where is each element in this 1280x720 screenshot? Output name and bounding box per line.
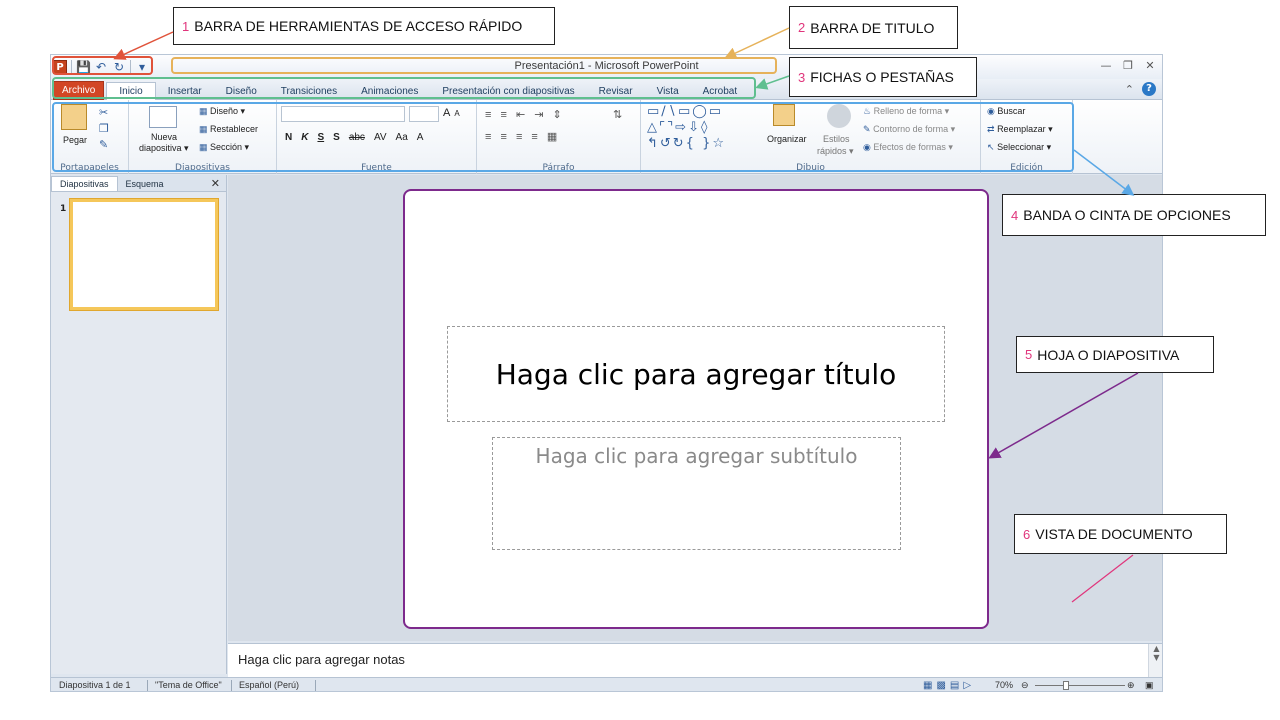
arrow-document-view [1071, 554, 1134, 603]
annotation-arrows [113, 27, 1139, 603]
annotated-screenshot: P 💾 ↶ ↻ ▾ Presentación1 - Microsoft Powe… [0, 0, 1280, 720]
arrow-slide [988, 372, 1139, 459]
arrow-tabs [755, 75, 790, 90]
arrow-ribbon [1073, 149, 1135, 196]
arrow-qat [113, 31, 174, 60]
arrow-titlebar [724, 27, 790, 59]
